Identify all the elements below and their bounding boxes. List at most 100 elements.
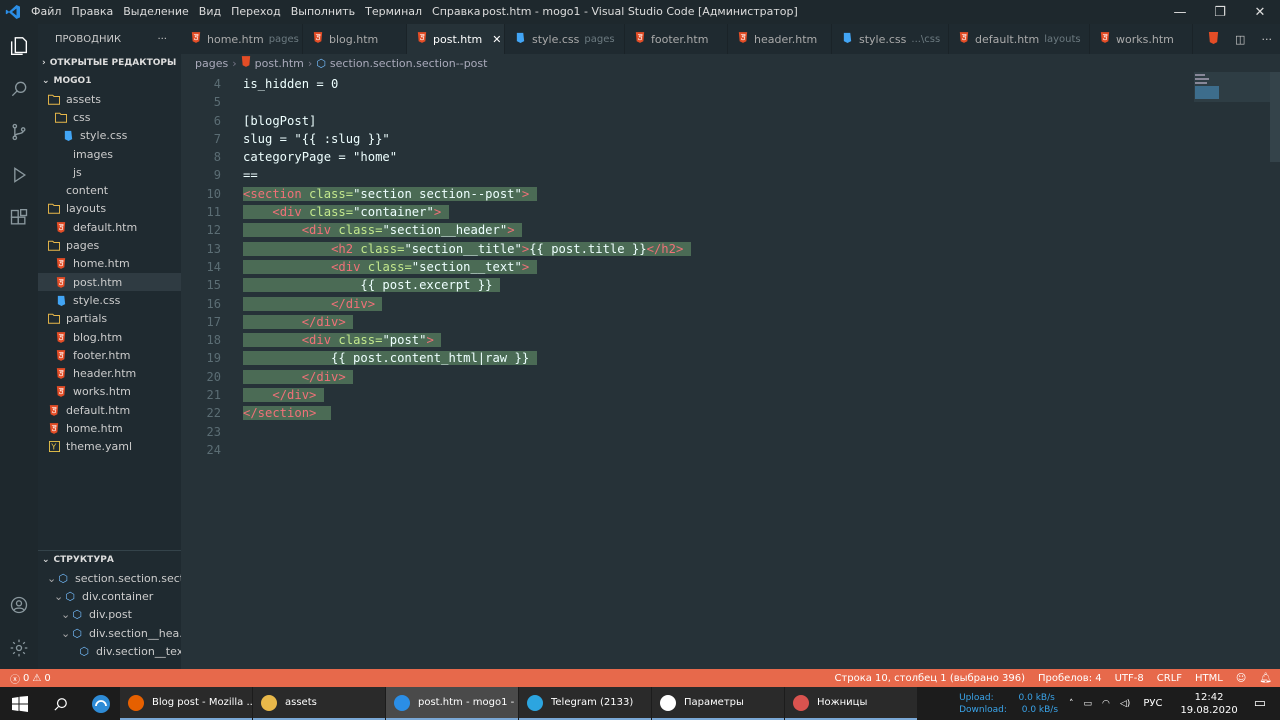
extensions-icon[interactable]: [0, 196, 38, 239]
tree-file[interactable]: header.htm: [38, 364, 181, 382]
search-icon[interactable]: [0, 67, 38, 110]
scrollbar-thumb[interactable]: [1270, 72, 1280, 162]
taskbar-app[interactable]: Blog post - Mozilla ...: [120, 687, 252, 720]
open-editors-section[interactable]: › ОТКРЫТЫЕ РЕДАКТОРЫ: [38, 54, 181, 72]
more-actions-icon[interactable]: ···: [1261, 33, 1272, 46]
editor-tab[interactable]: works.htm: [1090, 24, 1193, 54]
outline-section[interactable]: ⌄ СТРУКТУРА: [38, 550, 181, 569]
language-mode[interactable]: HTML: [1195, 673, 1223, 684]
volume-icon[interactable]: ◁): [1120, 699, 1130, 709]
menu-item[interactable]: Выполнить: [286, 0, 360, 24]
menu-item[interactable]: Правка: [66, 0, 118, 24]
search-icon[interactable]: [40, 687, 82, 720]
tray-chevron-icon[interactable]: ˄: [1069, 699, 1074, 709]
menu-item[interactable]: Переход: [226, 0, 286, 24]
close-tab-icon[interactable]: ✕: [492, 33, 501, 46]
minimap-selection: [1195, 86, 1219, 99]
tree-folder[interactable]: pages: [38, 236, 181, 254]
menu-item[interactable]: Справка: [427, 0, 485, 24]
menu-item[interactable]: Выделение: [118, 0, 194, 24]
notifications-icon[interactable]: 🔔︎: [1259, 673, 1272, 684]
outline-item[interactable]: ⌄ ⬡ div.section__hea...: [38, 624, 181, 642]
chevron-right-icon: ›: [42, 58, 46, 68]
minimize-icon[interactable]: —: [1160, 0, 1200, 24]
tree-file[interactable]: Ytheme.yaml: [38, 438, 181, 456]
close-window-icon[interactable]: ✕: [1240, 0, 1280, 24]
problems-indicator[interactable]: ⓧ 0 ⚠ 0: [10, 671, 51, 686]
outline-item[interactable]: ⌄ ⬡ div.post: [38, 606, 181, 624]
editor-tab[interactable]: style.css ...\css: [832, 24, 949, 54]
tree-folder[interactable]: images: [38, 145, 181, 163]
taskbar-app[interactable]: assets: [253, 687, 385, 720]
tree-item-label: home.htm: [73, 257, 130, 271]
cursor-position[interactable]: Строка 10, столбец 1 (выбрано 396): [834, 673, 1025, 684]
menu-item[interactable]: Файл: [26, 0, 66, 24]
minimap[interactable]: [1194, 72, 1270, 669]
tree-file[interactable]: style.css: [38, 291, 181, 309]
tree-file[interactable]: post.htm: [38, 272, 181, 292]
clock[interactable]: 12:42 19.08.2020: [1180, 691, 1237, 717]
headphones-app-icon[interactable]: [82, 687, 120, 720]
code-line: [blogPost]: [243, 113, 317, 128]
menu-item[interactable]: Терминал: [360, 0, 427, 24]
project-section[interactable]: ⌄ MOGO1: [38, 72, 181, 90]
language-indicator[interactable]: РУС: [1143, 698, 1162, 709]
breadcrumb-symbol[interactable]: section.section.section--post: [330, 57, 488, 70]
editor-tab[interactable]: default.htm layouts: [949, 24, 1090, 54]
editor-tab[interactable]: style.css pages: [505, 24, 625, 54]
vertical-scrollbar[interactable]: [1270, 72, 1280, 669]
editor-tab[interactable]: post.htm ✕: [407, 24, 505, 54]
notification-center-icon[interactable]: ▭: [1254, 696, 1266, 711]
line-number: 7: [213, 131, 221, 146]
tree-file[interactable]: default.htm: [38, 401, 181, 419]
breadcrumb-file[interactable]: post.htm: [255, 57, 304, 70]
tree-file[interactable]: works.htm: [38, 383, 181, 401]
run-debug-icon[interactable]: [0, 153, 38, 196]
feedback-icon[interactable]: ☺: [1236, 673, 1246, 684]
tree-file[interactable]: home.htm: [38, 419, 181, 437]
folder-icon: [48, 93, 60, 105]
tree-file[interactable]: home.htm: [38, 255, 181, 273]
code-line: </div>: [243, 313, 691, 331]
tree-folder[interactable]: content: [38, 181, 181, 199]
taskbar-app[interactable]: Параметры: [652, 687, 784, 720]
battery-icon[interactable]: ▭: [1084, 699, 1093, 709]
taskbar-app[interactable]: post.htm - mogo1 - ...: [386, 687, 518, 720]
editor-tab[interactable]: blog.htm: [303, 24, 407, 54]
editor-tab[interactable]: home.htm pages: [181, 24, 303, 54]
tree-file[interactable]: blog.htm: [38, 328, 181, 346]
tree-file[interactable]: footer.htm: [38, 346, 181, 364]
account-icon[interactable]: [0, 583, 38, 626]
code-content[interactable]: is_hidden = 0 [blogPost] slug = "{{ :slu…: [243, 75, 691, 459]
tree-folder[interactable]: layouts: [38, 200, 181, 218]
outline-item[interactable]: ⌄⬡ section.section.sect...: [38, 569, 181, 587]
tree-folder[interactable]: partials: [38, 310, 181, 328]
menu-item[interactable]: Вид: [194, 0, 226, 24]
wifi-icon[interactable]: ◠: [1102, 699, 1110, 709]
tree-folder[interactable]: assets: [38, 90, 181, 108]
split-editor-icon[interactable]: ◫: [1235, 33, 1245, 46]
explorer-icon[interactable]: [0, 24, 38, 67]
source-control-icon[interactable]: [0, 110, 38, 153]
settings-gear-icon[interactable]: [0, 626, 38, 669]
editor-tab[interactable]: header.htm: [728, 24, 832, 54]
windows-start-icon[interactable]: [0, 687, 40, 720]
outline-item[interactable]: ⌄ ⬡ div.container: [38, 587, 181, 605]
taskbar-app[interactable]: Telegram (2133): [519, 687, 651, 720]
breadcrumb-folder[interactable]: pages: [195, 57, 228, 70]
tree-file[interactable]: default.htm: [38, 218, 181, 236]
tree-folder[interactable]: css: [38, 108, 181, 126]
html-file-icon: [48, 422, 60, 434]
tree-folder[interactable]: js: [38, 163, 181, 181]
indentation[interactable]: Пробелов: 4: [1038, 673, 1102, 684]
svg-text:Y: Y: [50, 442, 57, 452]
encoding[interactable]: UTF-8: [1115, 673, 1144, 684]
line-ending[interactable]: CRLF: [1157, 673, 1182, 684]
editor-tab[interactable]: footer.htm: [625, 24, 728, 54]
maximize-icon[interactable]: ❐: [1200, 0, 1240, 24]
tree-file[interactable]: style.css: [38, 127, 181, 145]
code-editor[interactable]: 4 5 6 7 8 9 10 11 12 13 14 15 16 17 18 19 20 21 22 23 24 is_…: [181, 72, 1194, 669]
more-actions-icon[interactable]: ···: [157, 34, 167, 45]
taskbar-app[interactable]: Ножницы: [785, 687, 917, 720]
outline-item[interactable]: ⬡ div.section__text: [38, 642, 181, 660]
